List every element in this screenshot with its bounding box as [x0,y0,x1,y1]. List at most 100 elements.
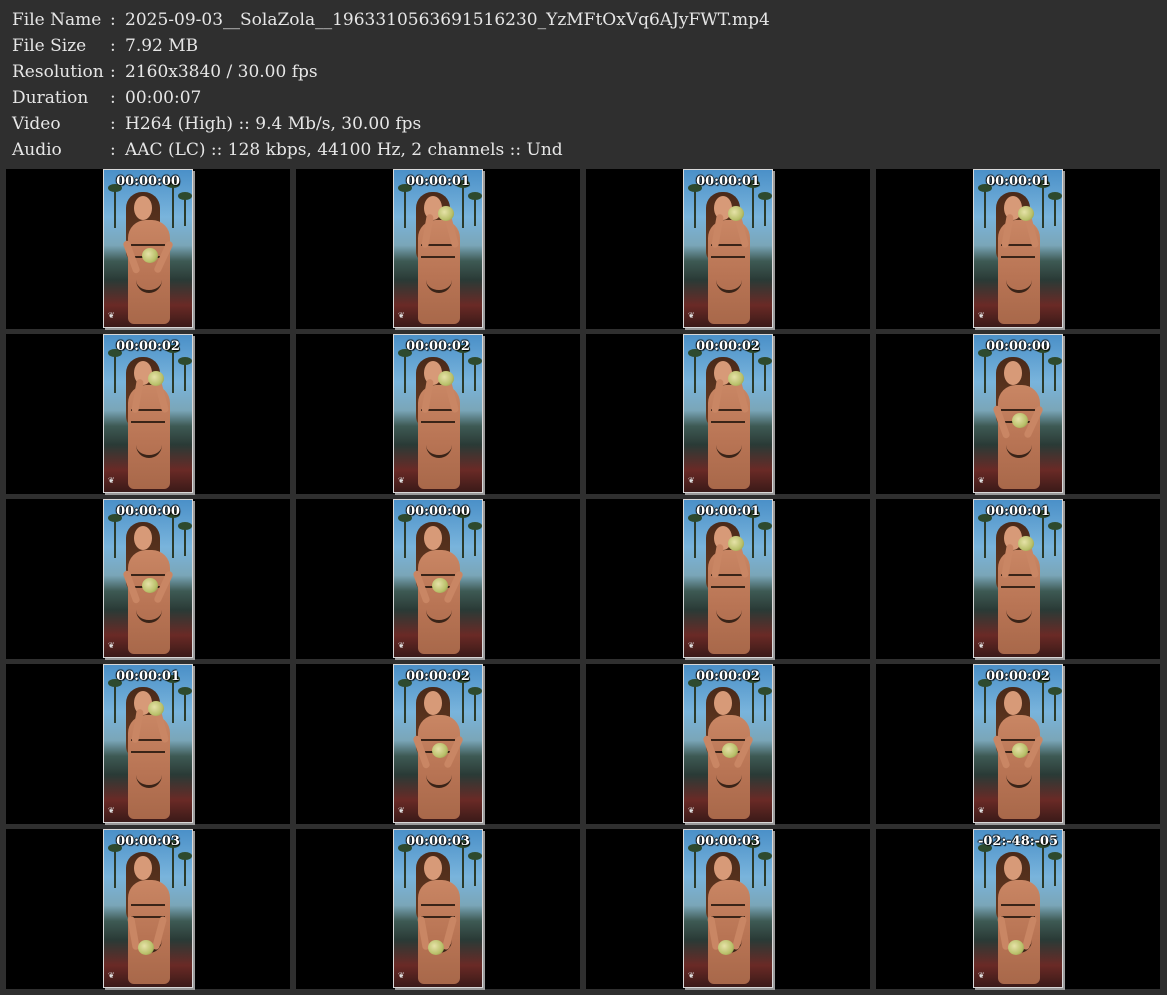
person-face [424,691,442,715]
watermark-icon: ❦ [108,311,115,320]
person-face [134,526,152,550]
palm-crown [468,522,482,530]
video-frame-thumbnail: ❦ 00:00:02 [973,664,1063,823]
palm-tree [404,848,406,888]
person-face [134,856,152,880]
frame-timestamp: 00:00:00 [986,339,1050,354]
thumbnail-cell: ❦ 00:00:01 [876,499,1160,659]
palm-tree [114,683,116,723]
watermark-icon: ❦ [398,641,405,650]
palm-crown [468,852,482,860]
watermark-icon: ❦ [978,641,985,650]
palm-tree [1054,856,1056,886]
palm-tree [1042,514,1044,558]
thumbnail-cell: ❦ 00:00:02 [296,664,580,824]
palm-tree [184,856,186,886]
thumbnail-cell: ❦ 00:00:01 [586,169,870,329]
palm-crown [1048,522,1062,530]
coconut [438,371,454,386]
frame-timestamp: 00:00:02 [116,339,180,354]
video-frame-thumbnail: ❦ 00:00:03 [683,829,773,988]
person-face [424,526,442,550]
coconut [728,206,744,221]
video-frame-thumbnail: ❦ 00:00:02 [393,334,483,493]
palm-tree [752,679,754,723]
palm-tree [984,683,986,723]
coconut [142,248,158,263]
info-key: Resolution [12,62,104,82]
video-frame-thumbnail: ❦ 00:00:02 [683,664,773,823]
palm-tree [694,518,696,558]
palm-tree [462,349,464,393]
palm-tree [1054,361,1056,391]
palm-tree [114,188,116,228]
thumbnail-cell: ❦ 00:00:00 [6,499,290,659]
frame-timestamp: 00:00:01 [696,504,760,519]
thumbnail-cell: ❦ -02:-48:-05 [876,829,1160,989]
palm-tree [752,184,754,228]
watermark-icon: ❦ [108,806,115,815]
video-frame-thumbnail: ❦ 00:00:00 [103,499,193,658]
watermark-icon: ❦ [688,476,695,485]
coconut [728,371,744,386]
frame-timestamp: 00:00:02 [986,669,1050,684]
video-frame-thumbnail: ❦ 00:00:01 [103,664,193,823]
frame-timestamp: 00:00:00 [116,174,180,189]
palm-tree [1054,526,1056,556]
frame-timestamp: 00:00:01 [696,174,760,189]
palm-tree [984,518,986,558]
thumbnail-cell: ❦ 00:00:02 [586,334,870,494]
info-value: H264 (High) :: 9.4 Mb/s, 30.00 fps [125,114,422,134]
coconut [728,536,744,551]
palm-tree [404,518,406,558]
palm-crown [758,522,772,530]
frame-timestamp: 00:00:01 [986,174,1050,189]
palm-tree [114,518,116,558]
palm-tree [462,679,464,723]
info-value: 2025-09-03__SolaZola__196331056369151623… [125,10,770,30]
frame-timestamp: 00:00:01 [406,174,470,189]
info-separator: : [110,140,116,160]
thumbnail-cell: ❦ 00:00:02 [296,334,580,494]
video-frame-thumbnail: ❦ 00:00:01 [973,169,1063,328]
video-frame-thumbnail: ❦ 00:00:01 [973,499,1063,658]
info-key: Audio [12,140,62,160]
palm-tree [764,196,766,226]
person-face [424,856,442,880]
palm-tree [764,856,766,886]
coconut [138,940,154,955]
coconut [142,578,158,593]
palm-crown [178,192,192,200]
watermark-icon: ❦ [398,971,405,980]
palm-crown [1048,852,1062,860]
video-frame-thumbnail: ❦ 00:00:00 [103,169,193,328]
palm-tree [1054,196,1056,226]
watermark-icon: ❦ [398,806,405,815]
palm-crown [468,357,482,365]
thumbnail-cell: ❦ 00:00:01 [296,169,580,329]
coconut [722,743,738,758]
coconut [148,371,164,386]
palm-tree [462,844,464,888]
video-frame-thumbnail: ❦ 00:00:01 [683,499,773,658]
info-separator: : [110,88,116,108]
video-frame-thumbnail: ❦ 00:00:03 [103,829,193,988]
palm-tree [462,514,464,558]
palm-crown [178,687,192,695]
palm-tree [184,196,186,226]
frame-timestamp: 00:00:03 [406,834,470,849]
watermark-icon: ❦ [108,971,115,980]
coconut [1018,206,1034,221]
thumbnail-cell: ❦ 00:00:00 [876,334,1160,494]
palm-tree [694,848,696,888]
palm-crown [1048,192,1062,200]
thumbnail-cell: ❦ 00:00:00 [296,499,580,659]
frame-timestamp: 00:00:00 [116,504,180,519]
info-separator: : [110,114,116,134]
palm-tree [694,353,696,393]
watermark-icon: ❦ [108,476,115,485]
coconut [428,940,444,955]
video-frame-thumbnail: ❦ 00:00:01 [683,169,773,328]
person-face [1004,856,1022,880]
frame-timestamp: 00:00:02 [406,339,470,354]
